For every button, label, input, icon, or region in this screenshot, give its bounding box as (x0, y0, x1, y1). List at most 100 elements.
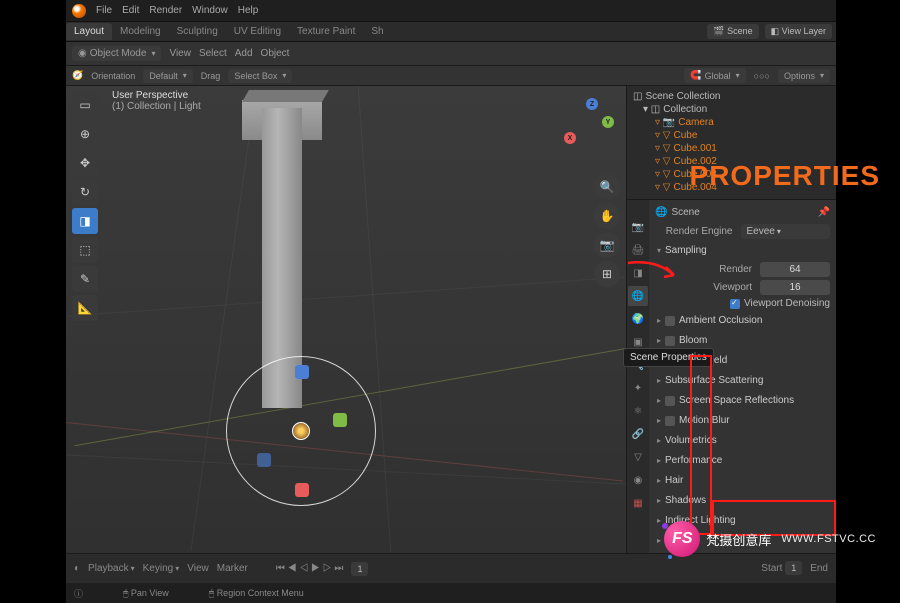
tool-scale[interactable]: ◨ (72, 208, 98, 234)
outliner-collection[interactable]: ▾ ◫ Collection (631, 103, 832, 116)
start-frame[interactable]: 1 (785, 561, 802, 575)
section-ssr[interactable]: Screen Space Reflections (655, 392, 830, 409)
menu-file[interactable]: File (96, 5, 112, 16)
gizmo-y-handle[interactable] (333, 413, 347, 427)
gizmo-z-handle[interactable] (295, 365, 309, 379)
ptab-constraint-icon[interactable]: 🔗 (628, 424, 648, 444)
hair-label: Hair (665, 475, 683, 486)
engine-label: Render Engine (655, 226, 737, 237)
outliner-camera: Camera (678, 117, 714, 128)
outliner-item[interactable]: ▿ ▽ Cube.001 (631, 142, 832, 155)
menu-help[interactable]: Help (238, 5, 259, 16)
tab-modeling[interactable]: Modeling (112, 23, 169, 40)
gizmo-x-handle[interactable] (295, 483, 309, 497)
section-bloom[interactable]: Bloom (655, 332, 830, 349)
outliner-root[interactable]: ◫ Scene Collection (631, 90, 832, 103)
timeline-playback[interactable]: Playback (88, 563, 135, 574)
section-perf[interactable]: Performance (655, 452, 830, 469)
ptab-physics-icon[interactable]: ⚛ (628, 401, 648, 421)
ao-checkbox[interactable] (665, 316, 675, 326)
section-ao[interactable]: Ambient Occlusion (655, 312, 830, 329)
axis-x-icon[interactable]: X (564, 132, 576, 144)
outliner-item[interactable]: ▿ 📷 Camera (631, 116, 832, 129)
engine-dropdown[interactable]: Eevee (741, 224, 831, 239)
gizmo-neg-handle[interactable] (257, 453, 271, 467)
viewport-3d[interactable]: User Perspective (1) Collection | Light … (66, 86, 626, 553)
tab-shading[interactable]: Sh (363, 23, 391, 40)
menu-window[interactable]: Window (192, 5, 228, 16)
ptab-render-icon[interactable]: 📷 (628, 217, 648, 237)
header-object[interactable]: Object (261, 48, 290, 59)
ptab-data-icon[interactable]: ▽ (628, 447, 648, 467)
ptab-world-icon[interactable]: 🌍 (628, 309, 648, 329)
tool-rotate[interactable]: ↻ (72, 179, 98, 205)
pan-icon[interactable]: ✋ (594, 203, 620, 229)
transform-gizmo[interactable] (226, 356, 376, 506)
tab-layout[interactable]: Layout (66, 23, 112, 40)
viewport-samples-input[interactable]: 16 (760, 280, 830, 295)
tool-select-box[interactable]: ▭ (72, 92, 98, 118)
tool-move[interactable]: ✥ (72, 150, 98, 176)
tool-transform[interactable]: ⬚ (72, 237, 98, 263)
global-dropdown[interactable]: 🧲 Global (684, 68, 745, 83)
mode-dropdown[interactable]: ◉ Object Mode (72, 46, 161, 61)
timeline-keying[interactable]: Keying (143, 563, 180, 574)
annotation-properties-label: PROPERTIES (690, 160, 880, 192)
tab-uv[interactable]: UV Editing (226, 23, 289, 40)
ssr-checkbox[interactable] (665, 396, 675, 406)
tool-annotate[interactable]: ✎ (72, 266, 98, 292)
tool-settings: 🧭Orientation Default Drag Select Box 🧲 G… (66, 66, 836, 86)
header-select[interactable]: Select (199, 48, 227, 59)
section-hair[interactable]: Hair (655, 472, 830, 489)
drag-dropdown[interactable]: Select Box (228, 69, 292, 83)
axis-z-icon[interactable]: Z (586, 98, 598, 110)
perspective-icon[interactable]: ⊞ (594, 261, 620, 287)
section-blur[interactable]: Motion Blur (655, 412, 830, 429)
camera-icon[interactable]: 📷 (594, 232, 620, 258)
properties-tabs: 📷 🖨 ◨ 🌐 🌍 ▣ 🔧 ✦ ⚛ 🔗 ▽ ◉ ▦ (627, 200, 649, 553)
zoom-icon[interactable]: 🔍 (594, 174, 620, 200)
timeline-marker[interactable]: Marker (217, 563, 248, 574)
outliner-coll-label: Collection (663, 104, 707, 115)
axis-y-icon[interactable]: Y (602, 116, 614, 128)
menu-render[interactable]: Render (149, 5, 182, 16)
gizmo-center-icon[interactable] (292, 422, 310, 440)
watermark-cn: 梵摄创意库 (706, 530, 771, 549)
ptab-particle-icon[interactable]: ✦ (628, 378, 648, 398)
menu-edit[interactable]: Edit (122, 5, 139, 16)
section-shadows[interactable]: Shadows (655, 492, 830, 509)
viewport-overlay-text: User Perspective (1) Collection | Light (112, 90, 201, 112)
watermark-badge-icon: FS (664, 521, 700, 557)
section-vol[interactable]: Volumetrics (655, 432, 830, 449)
blur-checkbox[interactable] (665, 416, 675, 426)
render-samples-input[interactable]: 64 (760, 262, 830, 277)
orientation-dropdown[interactable]: Default (143, 69, 193, 83)
tool-cursor[interactable]: ⊕ (72, 121, 98, 147)
viewlayer-selector[interactable]: ◧ View Layer (765, 24, 832, 39)
tab-texture[interactable]: Texture Paint (289, 23, 363, 40)
playback-controls[interactable]: ⏮ ◀ ◁ ▶ ▷ ⏭ (276, 563, 344, 574)
viewport-denoise-checkbox[interactable] (730, 299, 740, 309)
tool-measure[interactable]: 📐 (72, 295, 98, 321)
outliner-item[interactable]: ▿ ▽ Cube (631, 129, 832, 142)
scene-selector[interactable]: 🎬 Scene (707, 24, 758, 39)
bloom-checkbox[interactable] (665, 336, 675, 346)
ptab-material-icon[interactable]: ◉ (628, 470, 648, 490)
options-dropdown[interactable]: Options (778, 69, 830, 83)
frame-current[interactable]: 1 (351, 562, 368, 576)
header-add[interactable]: Add (235, 48, 253, 59)
viewport-perspective-label: User Perspective (112, 90, 201, 101)
header-view[interactable]: View (169, 48, 191, 59)
ao-label: Ambient Occlusion (679, 315, 762, 326)
viewlayer-name: View Layer (782, 26, 826, 36)
timeline[interactable]: ◐ Playback Keying View Marker ⏮ ◀ ◁ ▶ ▷ … (66, 553, 836, 583)
drag-label: Drag (201, 71, 221, 81)
denoise-label: Viewport Denoising (744, 298, 830, 309)
ptab-texture-icon[interactable]: ▦ (628, 493, 648, 513)
tab-sculpting[interactable]: Sculpting (169, 23, 226, 40)
outliner-cube1: Cube.001 (674, 143, 717, 154)
nav-gizmo[interactable]: X Y Z (560, 98, 616, 154)
perf-label: Performance (665, 455, 722, 466)
timeline-view[interactable]: View (187, 563, 209, 574)
section-sss[interactable]: Subsurface Scattering (655, 372, 830, 389)
